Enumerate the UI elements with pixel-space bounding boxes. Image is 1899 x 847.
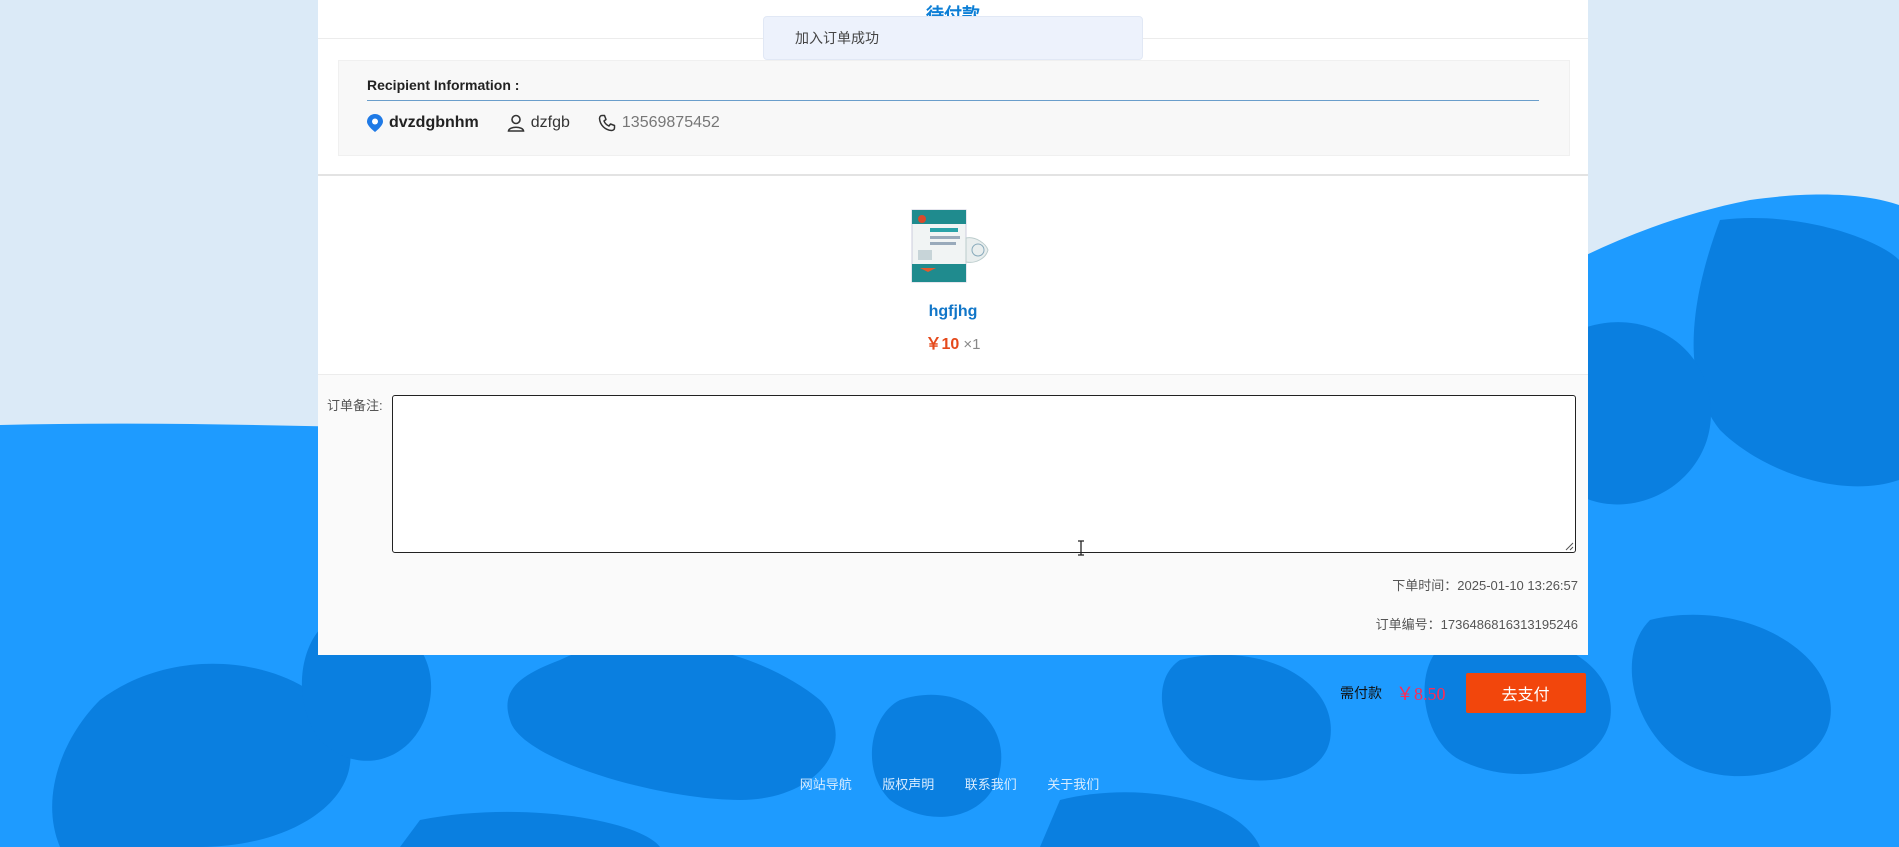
recipient-name: dzfgb: [507, 114, 570, 132]
payment-label: 需付款: [1340, 685, 1382, 701]
payment-row: 需付款 ￥8.50 去支付: [1340, 673, 1586, 713]
order-number: 订单编号：1736486816313195246: [1375, 617, 1578, 632]
success-toast: 加入订单成功: [763, 16, 1143, 60]
recipient-divider: [367, 100, 1539, 101]
user-icon: [507, 114, 525, 132]
text-cursor-icon: [1078, 540, 1084, 556]
recipient-row: dvzdgbnhm dzfgb 13569875452: [367, 111, 748, 135]
footer-link-contact[interactable]: 联系我们: [965, 777, 1017, 792]
recipient-address-text: dvzdgbnhm: [389, 114, 479, 131]
resize-handle-icon[interactable]: [1564, 541, 1574, 551]
footer-link-site-nav[interactable]: 网站导航: [800, 777, 852, 792]
order-remark-textarea[interactable]: [392, 395, 1576, 553]
recipient-address: dvzdgbnhm: [367, 114, 479, 132]
product-price-row: ￥10 ×1: [318, 330, 1588, 354]
order-card: 待付款 Recipient Information : dvzdgbnhm dz…: [318, 0, 1588, 655]
recipient-info-box: Recipient Information : dvzdgbnhm dzfgb: [338, 60, 1570, 156]
product-image[interactable]: [910, 208, 990, 284]
recipient-phone: 13569875452: [598, 114, 720, 132]
toast-message: 加入订单成功: [795, 30, 879, 46]
location-pin-icon: [367, 114, 383, 132]
recipient-phone-text: 13569875452: [621, 114, 720, 131]
order-time: 下单时间：2025-01-10 13:26:57: [1392, 578, 1578, 593]
phone-icon: [598, 114, 616, 132]
recipient-name-text: dzfgb: [530, 114, 570, 131]
pay-button[interactable]: 去支付: [1465, 673, 1586, 713]
footer: 网站导航 版权声明 联系我们 关于我们: [0, 774, 1899, 794]
footer-link-about[interactable]: 关于我们: [1047, 777, 1099, 792]
product-section: hgfjhg ￥10 ×1: [318, 176, 1588, 375]
product-quantity: ×1: [963, 336, 981, 353]
payment-amount: ￥8.50: [1396, 684, 1446, 704]
recipient-title: Recipient Information :: [367, 77, 520, 93]
product-name[interactable]: hgfjhg: [318, 303, 1588, 321]
footer-link-copyright[interactable]: 版权声明: [882, 777, 934, 792]
product-price: ￥10: [925, 336, 960, 353]
order-remark-label: 订单备注:: [327, 398, 383, 413]
